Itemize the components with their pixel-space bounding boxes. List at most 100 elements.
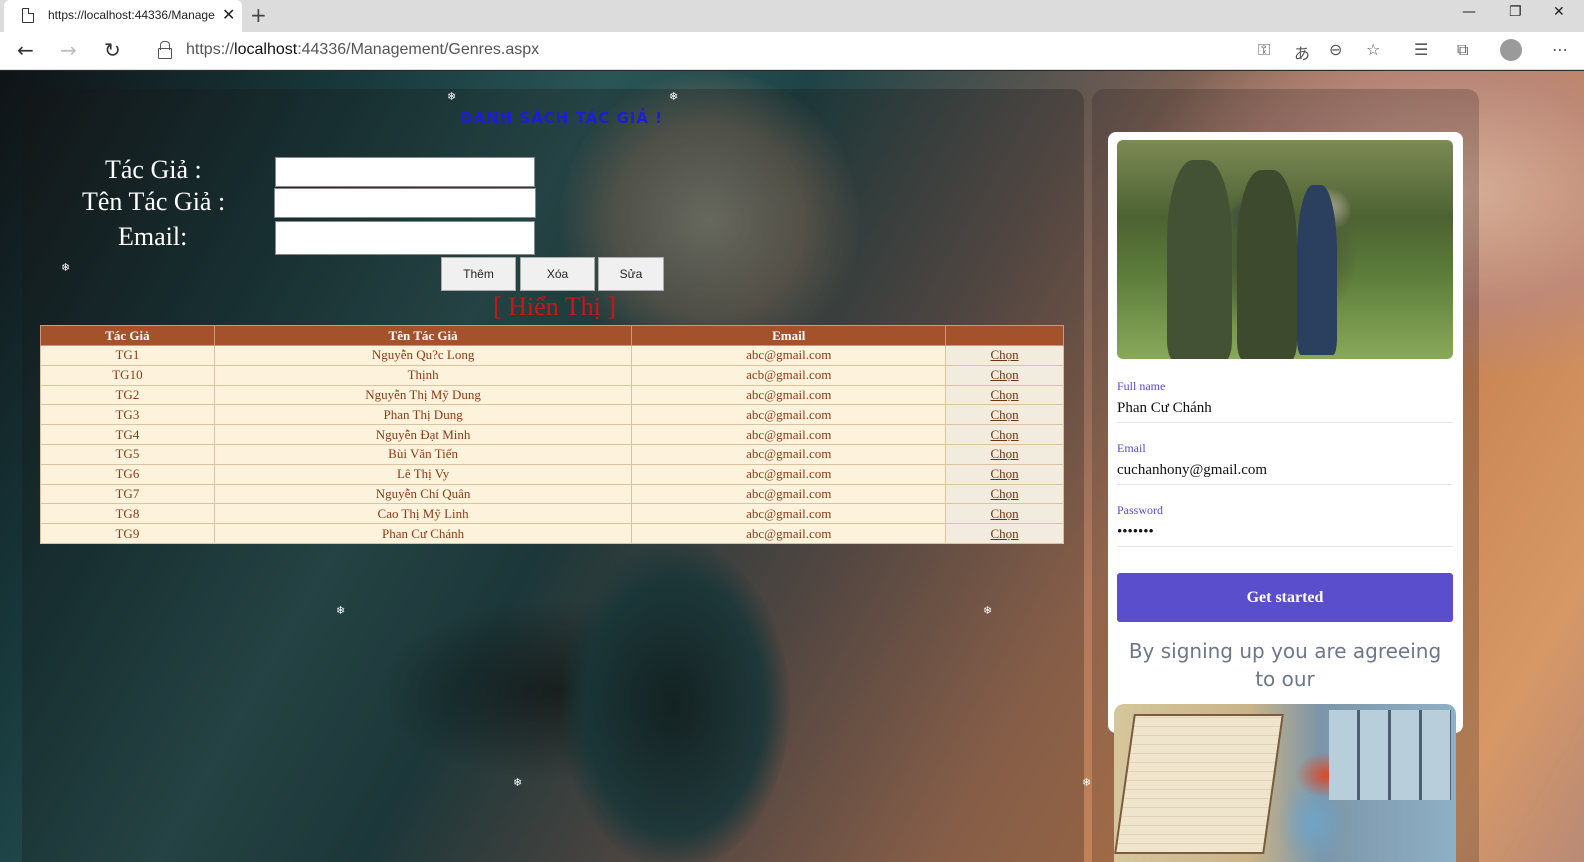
email-input[interactable] (275, 221, 535, 255)
email-cell: abc@gmail.com (631, 523, 947, 544)
select-cell: Chọn (945, 523, 1064, 544)
page-content: ❄ ❄ ❄ ❄ ❄ ❄ ❄ DANH SÁCH TÁC GIẢ ! Tác Gi… (0, 71, 1584, 862)
table-row: TG8 Cao Thị Mỹ Linh abc@gmail.com Chọn (40, 503, 1064, 525)
author-name-cell: Lê Thị Vy (213, 463, 633, 485)
author-name-cell: Thịnh (213, 364, 633, 386)
email-cell: abc@gmail.com (631, 384, 947, 406)
forward-icon[interactable]: → (60, 38, 77, 62)
key-icon[interactable]: ⚿ (1258, 40, 1270, 60)
author-table: Tác Giả Tên Tác Giả Email TG1 Nguyễn Qu?… (40, 325, 1064, 544)
table-row: TG10 Thịnh acb@gmail.com Chọn (40, 364, 1064, 386)
show-link[interactable]: [ Hiển Thị ] (493, 292, 616, 322)
avatar-icon[interactable] (1500, 39, 1522, 61)
address-bar[interactable]: https://localhost:44336/Management/Genre… (143, 35, 1398, 65)
select-cell: Chọn (945, 463, 1064, 485)
author-id-cell: TG9 (40, 523, 215, 544)
select-cell: Chọn (945, 384, 1064, 406)
select-link[interactable]: Chọn (990, 446, 1018, 461)
table-row: TG3 Phan Thị Dung abc@gmail.com Chọn (40, 404, 1064, 426)
delete-button[interactable]: Xóa (520, 257, 595, 291)
minimize-icon[interactable]: — (1462, 4, 1476, 20)
select-link[interactable]: Chọn (990, 387, 1018, 402)
new-tab-icon[interactable]: + (250, 3, 267, 27)
edit-button[interactable]: Sửa (598, 257, 664, 291)
author-id-cell: TG1 (40, 345, 215, 366)
author-input[interactable] (275, 157, 535, 187)
select-link[interactable]: Chọn (990, 526, 1018, 541)
column-header: Email (631, 325, 947, 346)
email-cell: abc@gmail.com (631, 345, 947, 366)
author-name-label: Tên Tác Giả : (82, 187, 226, 216)
email-field[interactable]: cuchanhony@gmail.com (1117, 462, 1267, 479)
author-name-cell: Cao Thị Mỹ Linh (213, 503, 633, 525)
divider (1117, 484, 1453, 485)
tab-strip: https://localhost:44336/Manage ✕ + — ❐ ✕ (0, 0, 1584, 32)
url-text[interactable]: https://localhost:44336/Management/Genre… (186, 41, 539, 59)
author-name-input[interactable] (274, 188, 536, 218)
table-row: TG7 Nguyễn Chí Quân abc@gmail.com Chọn (40, 483, 1064, 505)
photo-figure (1297, 185, 1337, 355)
select-link[interactable]: Chọn (990, 466, 1018, 481)
profile-photo (1117, 140, 1453, 359)
author-id-cell: TG7 (40, 483, 215, 505)
select-cell: Chọn (945, 345, 1064, 366)
author-id-cell: TG2 (40, 384, 215, 406)
agreement-text: By signing up you are agreeing to our (1128, 639, 1442, 691)
author-name-cell: Nguyễn Đạt Minh (213, 424, 633, 445)
restore-icon[interactable]: ❐ (1509, 4, 1522, 20)
lock-icon[interactable] (158, 41, 172, 59)
select-link[interactable]: Chọn (990, 347, 1018, 362)
full-name-field[interactable]: Phan Cư Chánh (1117, 400, 1212, 417)
email-cell: abc@gmail.com (631, 404, 947, 426)
author-id-cell: TG6 (40, 463, 215, 485)
snowflake-icon: ❄ (1082, 776, 1092, 789)
email-cell: acb@gmail.com (631, 364, 947, 386)
collections-icon[interactable]: ⧉ (1457, 40, 1468, 60)
select-link[interactable]: Chọn (990, 486, 1018, 501)
close-icon[interactable]: ✕ (222, 5, 235, 24)
author-id-cell: TG4 (40, 424, 215, 445)
favorites-icon[interactable]: ☰ (1414, 40, 1428, 59)
table-header-row: Tác Giả Tên Tác Giả Email (40, 325, 1064, 346)
full-name-label: Full name (1117, 379, 1166, 393)
photo-figure (1237, 170, 1297, 359)
select-cell: Chọn (945, 503, 1064, 525)
select-cell: Chọn (945, 364, 1064, 386)
refresh-icon[interactable]: ↻ (104, 38, 121, 62)
author-label: Tác Giả : (105, 155, 202, 184)
select-link[interactable]: Chọn (990, 506, 1018, 521)
author-name-cell: Nguyễn Qu?c Long (213, 345, 633, 366)
author-id-cell: TG3 (40, 404, 215, 426)
divider (1117, 546, 1453, 547)
password-label: Password (1117, 503, 1164, 517)
zoom-out-icon[interactable]: ⊖ (1329, 40, 1342, 59)
add-button[interactable]: Thêm (441, 257, 516, 291)
window-close-icon[interactable]: ✕ (1553, 4, 1565, 20)
table-row: TG5 Bùi Văn Tiến abc@gmail.com Chọn (40, 443, 1064, 465)
table-row: TG6 Lê Thị Vy abc@gmail.com Chọn (40, 463, 1064, 485)
select-link[interactable]: Chọn (990, 407, 1018, 422)
select-cell: Chọn (945, 424, 1064, 445)
snowflake-icon: ❄ (61, 261, 71, 274)
author-id-cell: TG5 (40, 443, 215, 465)
author-name-cell: Nguyễn Thị Mỹ Dung (213, 384, 633, 406)
author-id-cell: TG10 (40, 364, 215, 386)
profile-card: Full name Phan Cư Chánh Email cuchanhony… (1108, 132, 1463, 733)
author-name-cell: Bùi Văn Tiến (213, 443, 633, 465)
browser-tab[interactable]: https://localhost:44336/Manage ✕ (4, 0, 242, 32)
snowflake-icon: ❄ (983, 604, 993, 617)
snowflake-icon: ❄ (447, 90, 457, 103)
star-icon[interactable]: ☆ (1366, 40, 1380, 59)
more-icon[interactable]: ⋯ (1552, 40, 1568, 59)
get-started-button[interactable]: Get started (1117, 573, 1453, 622)
email-cell: abc@gmail.com (631, 483, 947, 505)
page-icon (22, 8, 34, 23)
email-label: Email: (118, 222, 188, 251)
translate-icon[interactable]: あ (1294, 40, 1310, 64)
divider (1117, 422, 1453, 423)
select-link[interactable]: Chọn (990, 427, 1018, 442)
back-icon[interactable]: ← (17, 38, 34, 62)
email-cell: abc@gmail.com (631, 424, 947, 445)
password-field[interactable]: ••••••• (1117, 524, 1154, 541)
select-link[interactable]: Chọn (990, 367, 1018, 382)
